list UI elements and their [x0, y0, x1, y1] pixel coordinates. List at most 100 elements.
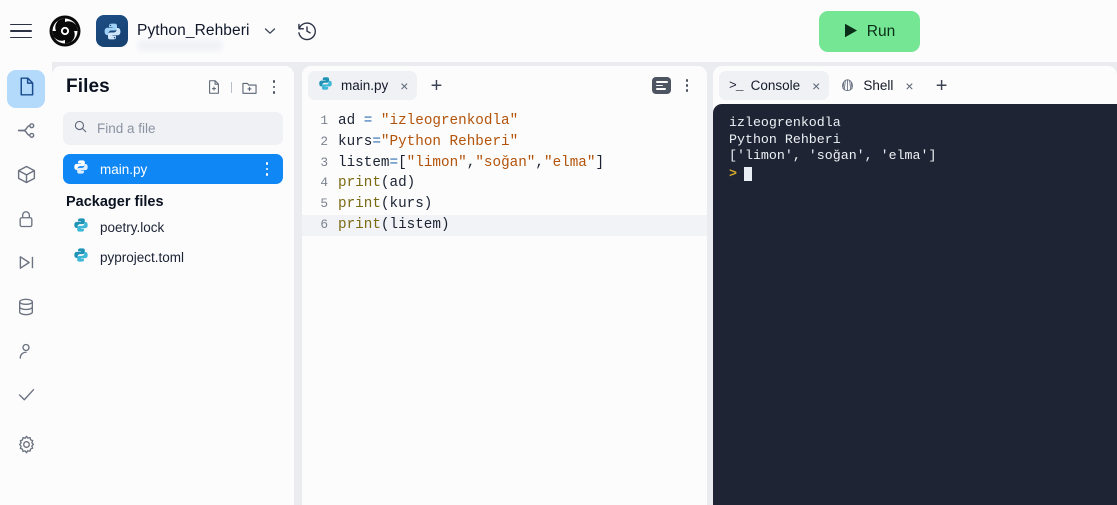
- file-item-main-py[interactable]: main.py: [63, 154, 283, 184]
- user-icon: [16, 341, 36, 366]
- tab-label: Console: [750, 78, 801, 93]
- prompt-caret-icon: >: [729, 165, 737, 181]
- play-icon: [844, 23, 858, 41]
- terminal-prompt-icon: >_: [729, 78, 744, 93]
- python-file-icon: [73, 159, 89, 180]
- sidebar-item-secrets[interactable]: [7, 202, 45, 240]
- code-token: print: [338, 196, 381, 213]
- code-token: ad: [338, 113, 364, 129]
- code-token: ]: [595, 154, 605, 171]
- code-text: print(kurs): [338, 194, 432, 215]
- file-item-kebab-menu-icon[interactable]: [259, 159, 275, 179]
- replit-ide-window: Python_Rehberi Run Files Find a file mai…: [0, 0, 1117, 505]
- files-panel-header: Files: [52, 66, 294, 108]
- file-item-pyproject-toml[interactable]: pyproject.toml: [63, 242, 283, 272]
- editor-panel: main.py × + 1 ad = "izleogrenkodla" 2 kurs=…: [302, 66, 707, 505]
- code-line[interactable]: 3 listem=["limon","soğan","elma"]: [302, 153, 707, 174]
- close-icon[interactable]: ×: [904, 79, 914, 93]
- code-text: kurs="Python Rehberi": [338, 132, 518, 153]
- code-token: (ad): [380, 175, 416, 192]
- project-subtitle-redacted: [137, 40, 223, 51]
- search-input[interactable]: [97, 121, 273, 136]
- package-cube-icon: [16, 164, 37, 190]
- code-text: print(ad): [338, 173, 415, 194]
- gear-icon: [16, 434, 37, 460]
- line-number: 1: [320, 113, 328, 128]
- console-tab-bar: >_ Console × Shell × +: [713, 66, 1117, 105]
- file-item-poetry-lock[interactable]: poetry.lock: [63, 212, 283, 242]
- new-folder-icon[interactable]: [239, 77, 259, 97]
- plus-icon[interactable]: +: [423, 73, 449, 99]
- sidebar-item-authentication[interactable]: [7, 334, 45, 372]
- python-file-icon: [73, 217, 89, 238]
- editor-tab-bar: main.py × +: [302, 66, 707, 105]
- code-line[interactable]: 5 print(kurs): [302, 194, 707, 215]
- checkmark-icon: [16, 384, 37, 410]
- console-output[interactable]: izleogrenkodla Python Rehberi ['limon', 's…: [713, 104, 1117, 505]
- python-badge-icon: [96, 15, 128, 47]
- run-button-label: Run: [866, 22, 896, 40]
- chevron-down-icon[interactable]: [262, 23, 278, 39]
- format-lines-icon[interactable]: [652, 77, 671, 94]
- sidebar-item-files[interactable]: [7, 70, 45, 108]
- line-number: 2: [320, 133, 328, 149]
- close-icon[interactable]: ×: [399, 79, 409, 93]
- sidebar-item-database[interactable]: [7, 290, 45, 328]
- top-bar: Python_Rehberi Run: [0, 0, 1117, 62]
- code-line[interactable]: 2 kurs="Python Rehberi": [302, 132, 707, 153]
- editor-kebab-menu-icon[interactable]: [679, 76, 695, 96]
- tab-shell[interactable]: Shell ×: [829, 71, 922, 100]
- file-item-label: main.py: [100, 161, 148, 177]
- code-text: print(listem): [338, 215, 450, 236]
- code-token: kurs: [338, 133, 373, 150]
- tab-label: main.py: [341, 78, 389, 93]
- sidebar-item-checks[interactable]: [7, 378, 45, 416]
- line-number: 5: [320, 196, 328, 212]
- sidebar-item-packages[interactable]: [7, 158, 45, 196]
- code-token: "soğan": [475, 154, 536, 171]
- shell-icon: [839, 78, 855, 94]
- code-token: print: [338, 175, 381, 192]
- sidebar-item-deployments[interactable]: [7, 246, 45, 284]
- console-prompt-row[interactable]: >: [729, 166, 1117, 183]
- code-token: print: [338, 216, 381, 233]
- file-list: main.py Packager files poetry.lock pypro…: [52, 145, 294, 272]
- play-to-end-icon: [16, 252, 37, 278]
- files-kebab-menu-icon[interactable]: [266, 77, 282, 97]
- run-button[interactable]: Run: [819, 11, 920, 52]
- hamburger-menu-icon[interactable]: [8, 18, 34, 44]
- code-token: =: [389, 154, 399, 171]
- file-icon: [16, 76, 37, 102]
- code-token: listem: [338, 154, 390, 171]
- new-file-icon[interactable]: [204, 77, 224, 97]
- code-editor[interactable]: 1 ad = "izleogrenkodla" 2 kurs="Python Rehb…: [302, 105, 707, 236]
- file-search-box[interactable]: [63, 112, 283, 145]
- history-clock-icon[interactable]: [296, 20, 318, 42]
- replit-logo-icon[interactable]: [48, 14, 82, 48]
- project-name: Python_Rehberi: [137, 22, 250, 39]
- database-icon: [16, 297, 36, 322]
- tab-main-py[interactable]: main.py ×: [308, 71, 418, 100]
- tab-console[interactable]: >_ Console ×: [719, 71, 830, 100]
- close-icon[interactable]: ×: [811, 79, 821, 93]
- code-token: "izleogrenkodla": [380, 113, 519, 129]
- files-panel-title: Files: [66, 76, 110, 97]
- code-token: =: [363, 113, 381, 129]
- python-file-icon: [73, 247, 89, 268]
- tab-label: Shell: [863, 78, 894, 93]
- sidebar-item-settings[interactable]: [7, 428, 45, 466]
- search-icon: [73, 119, 88, 139]
- plus-icon[interactable]: +: [929, 73, 955, 99]
- project-chip[interactable]: Python_Rehberi: [96, 15, 250, 51]
- packager-files-group-title: Packager files: [66, 194, 164, 210]
- console-line: Python Rehberi: [729, 131, 841, 147]
- sidebar-item-git[interactable]: [7, 114, 45, 152]
- line-number: 4: [320, 175, 328, 191]
- code-line[interactable]: 6 print(listem): [302, 214, 707, 236]
- console-line: izleogrenkodla: [729, 115, 841, 130]
- toolbar-divider: [231, 81, 232, 93]
- code-line[interactable]: 4 print(ad): [302, 173, 707, 194]
- line-number: 6: [320, 216, 328, 232]
- python-file-icon: [318, 76, 333, 96]
- code-line[interactable]: 1 ad = "izleogrenkodla": [302, 111, 707, 132]
